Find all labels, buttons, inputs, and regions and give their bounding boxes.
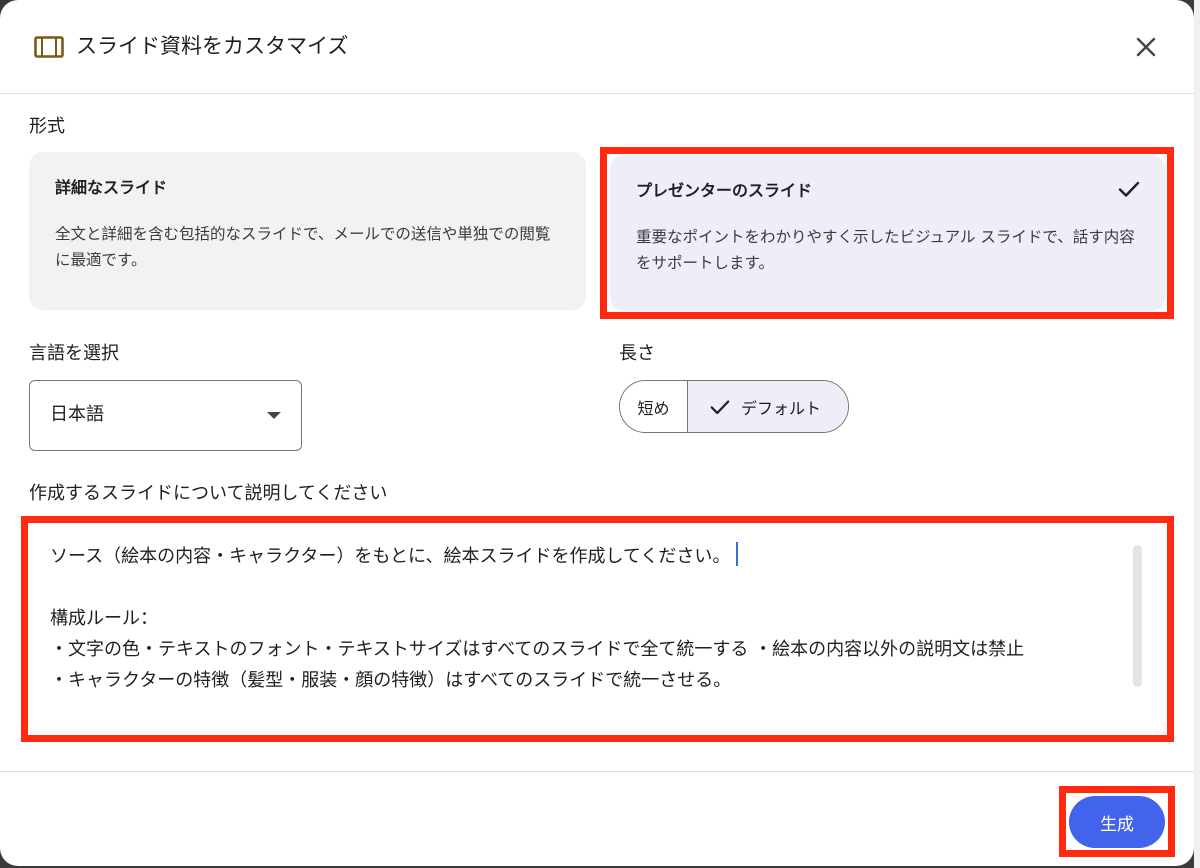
length-segmented-control: 短め デフォルト [619,380,849,433]
textarea-scrollbar[interactable] [1133,545,1142,687]
description-label: 作成するスライドについて説明してください [29,483,388,504]
close-button[interactable] [1128,30,1164,64]
length-option-label: 短め [637,398,670,418]
generate-button[interactable]: 生成 [1069,796,1165,848]
length-option-default[interactable]: デフォルト [688,381,848,432]
format-option-detailed[interactable]: 詳細なスライド 全文と詳細を含む包括的なスライドで、メールでの送信や単独での閲覧… [29,152,586,310]
language-select-value: 日本語 [50,404,104,425]
format-option-description: 全文と詳細を含む包括的なスライドで、メールでの送信や単独での閲覧に最適です。 [55,225,551,269]
customize-slides-dialog: スライド資料をカスタマイズ 形式 詳細なスライド 全文と詳細を含む包括的なスライ… [0,0,1194,866]
check-icon [710,399,730,414]
format-label: 形式 [29,116,65,137]
footer-divider [0,771,1194,772]
close-icon [1136,37,1156,57]
dialog-title: スライド資料をカスタマイズ [76,34,349,58]
description-textarea[interactable]: ソース（絵本の内容・キャラクター）をもとに、絵本スライドを作成してください。 構… [29,524,1164,734]
dialog-header: スライド資料をカスタマイズ [0,0,1194,94]
format-option-title: 詳細なスライド [55,178,168,197]
length-option-short[interactable]: 短め [620,381,688,432]
slides-icon [34,36,64,58]
format-option-title: プレゼンターのスライド [636,181,813,200]
language-select[interactable]: 日本語 [29,380,302,451]
length-option-label: デフォルト [740,398,821,418]
description-text: ソース（絵本の内容・キャラクター）をもとに、絵本スライドを作成してください。 構… [50,542,1024,691]
background-edge [1194,0,1200,868]
dropdown-arrow-icon [267,412,281,419]
format-option-presenter[interactable]: プレゼンターのスライド 重要なポイントをわかりやすく示したビジュアル スライドで… [610,155,1165,311]
length-label: 長さ [619,343,655,364]
language-label: 言語を選択 [29,343,119,364]
text-caret [736,542,739,566]
check-icon [1118,181,1140,197]
format-option-description: 重要なポイントをわかりやすく示したビジュアル スライドで、話す内容をサポートしま… [636,228,1135,272]
